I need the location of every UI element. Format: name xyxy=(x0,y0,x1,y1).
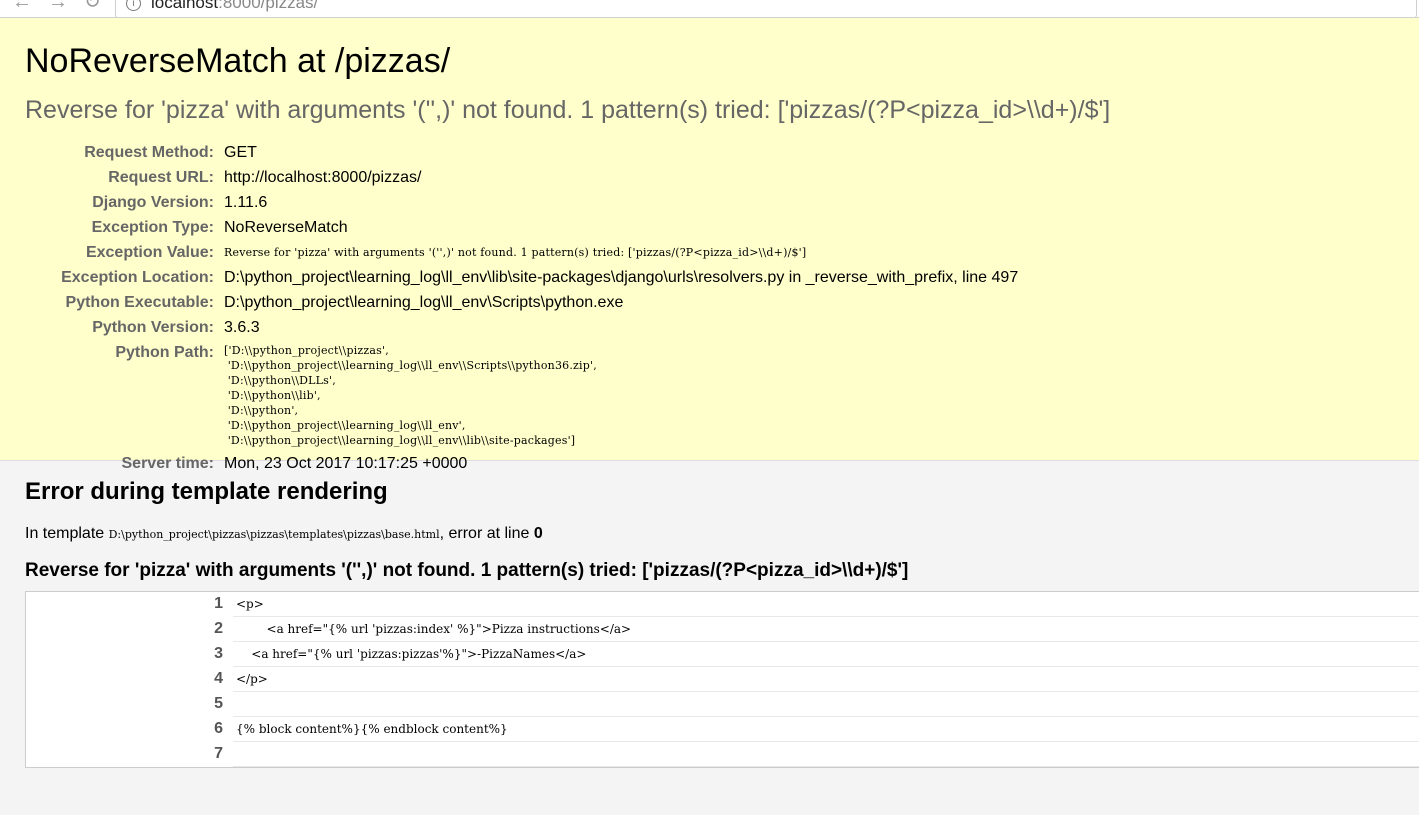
source-line: 2 <a href="{% url 'pizzas:index' %}">Piz… xyxy=(26,616,1419,642)
line-number: 5 xyxy=(26,691,233,717)
line-code: </p> xyxy=(233,666,1419,692)
reload-icon[interactable]: ↻ xyxy=(84,0,101,12)
line-number: 4 xyxy=(26,666,233,692)
meta-row: Python Executable: D:\python_project\lear… xyxy=(25,290,1018,315)
meta-value: GET xyxy=(224,144,257,161)
meta-label: Exception Location: xyxy=(61,269,214,286)
line-number: 2 xyxy=(26,616,233,642)
meta-value: 3.6.3 xyxy=(224,319,260,336)
line-number: 7 xyxy=(26,741,233,767)
arrow-right-icon[interactable]: → xyxy=(48,0,68,12)
meta-row: Django Version: 1.11.6 xyxy=(25,190,1018,215)
source-line: 6 {% block content%}{% endblock content%} xyxy=(26,716,1419,742)
address-bar[interactable]: i localhost:8000/pizzas/ xyxy=(115,0,1417,17)
meta-row: Exception Value: Reverse for 'pizza' with… xyxy=(25,240,1018,265)
line-number: 1 xyxy=(26,592,233,617)
address-url: localhost:8000/pizzas/ xyxy=(151,0,319,12)
template-source: 1 <p> 2 <a href="{% url 'pizzas:index' %}"… xyxy=(25,591,1419,768)
meta-label: Exception Value: xyxy=(85,244,214,261)
line-number: 3 xyxy=(26,641,233,667)
source-line: 7 xyxy=(26,741,1419,767)
exception-value-heading: Reverse for 'pizza' with arguments '('',… xyxy=(25,96,1111,124)
meta-label: Python Path: xyxy=(115,344,214,361)
python-path-value: ['D:\\python_project\\pizzas', 'D:\\pyth… xyxy=(224,344,597,447)
meta-value: 1.11.6 xyxy=(224,194,268,211)
info-icon[interactable]: i xyxy=(126,0,141,11)
meta-label: Request URL: xyxy=(108,169,214,186)
template-path: D:\python_project\pizzas\pizzas\template… xyxy=(108,528,440,541)
meta-value: NoReverseMatch xyxy=(224,219,348,236)
line-code: <p> xyxy=(233,592,1419,617)
line-code: <a href="{% url 'pizzas:index' %}">Pizza… xyxy=(233,616,1419,642)
meta-row: Python Path: ['D:\\python_project\\pizzas… xyxy=(25,340,1018,451)
meta-row: Python Version: 3.6.3 xyxy=(25,315,1018,340)
request-meta-table: Request Method: GET Request URL: http://loc… xyxy=(25,140,1018,476)
meta-label: Python Version: xyxy=(92,319,214,336)
template-error-section: Error during template rendering In templ… xyxy=(0,461,1419,768)
line-number: 6 xyxy=(26,716,233,742)
template-location: In template D:\python_project\pizzas\piz… xyxy=(25,525,543,542)
template-error-heading: Error during template rendering xyxy=(25,478,388,505)
meta-value: D:\python_project\learning_log\ll_env\li… xyxy=(224,269,1019,286)
meta-value: Reverse for 'pizza' with arguments '('',… xyxy=(224,246,807,259)
template-error-message: Reverse for 'pizza' with arguments '('',… xyxy=(25,560,909,581)
error-line-number: 0 xyxy=(533,525,543,542)
browser-toolbar: ← → ↻ i localhost:8000/pizzas/ xyxy=(0,0,1419,18)
page-title: NoReverseMatch at /pizzas/ xyxy=(25,42,451,80)
meta-value: ['D:\\python_project\\pizzas', 'D:\\pyth… xyxy=(224,340,1018,451)
meta-row: Exception Type: NoReverseMatch xyxy=(25,215,1018,240)
line-code xyxy=(233,741,1419,767)
line-code xyxy=(233,691,1419,717)
source-line: 4 </p> xyxy=(26,666,1419,692)
meta-label: Exception Type: xyxy=(91,219,214,236)
meta-value: http://localhost:8000/pizzas/ xyxy=(224,169,422,186)
arrow-left-icon[interactable]: ← xyxy=(12,0,32,12)
error-summary: NoReverseMatch at /pizzas/ Reverse for '… xyxy=(0,18,1419,472)
meta-row: Request URL: http://localhost:8000/pizzas… xyxy=(25,165,1018,190)
meta-label: Django Version: xyxy=(92,194,214,211)
source-line: 3 <a href="{% url 'pizzas:pizzas'%}">-Pi… xyxy=(26,641,1419,667)
line-code: <a href="{% url 'pizzas:pizzas'%}">-Pizz… xyxy=(233,641,1419,667)
line-code: {% block content%}{% endblock content%} xyxy=(233,716,1419,742)
source-line: 1 <p> xyxy=(26,592,1419,617)
source-line: 5 xyxy=(26,691,1419,717)
meta-row: Request Method: GET xyxy=(25,140,1018,165)
meta-label: Python Executable: xyxy=(65,294,214,311)
meta-label: Request Method: xyxy=(84,144,214,161)
meta-value: D:\python_project\learning_log\ll_env\Sc… xyxy=(224,294,624,311)
meta-row: Exception Location: D:\python_project\lea… xyxy=(25,265,1018,290)
